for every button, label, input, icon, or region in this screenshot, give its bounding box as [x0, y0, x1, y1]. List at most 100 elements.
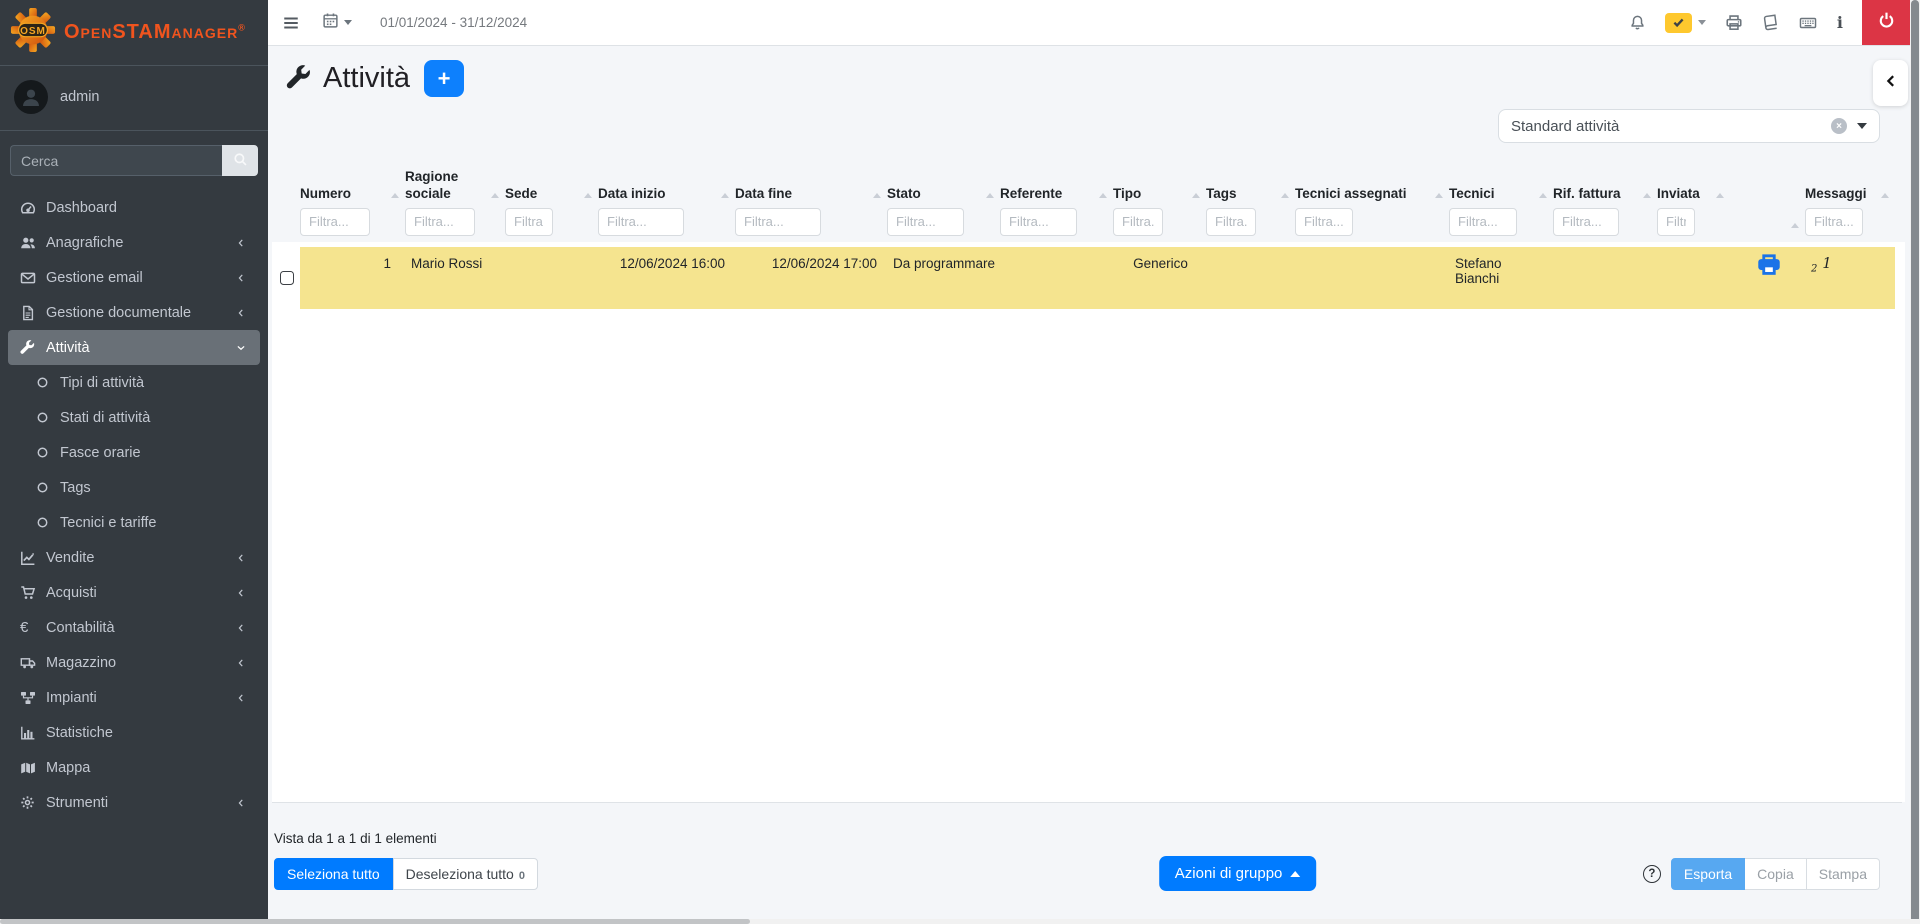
search-button[interactable] [222, 145, 258, 176]
datatable: Numero Ragione sociale Sede Data inizio … [272, 165, 1904, 802]
filter-stato[interactable] [887, 208, 964, 236]
page-header: Attività + [268, 46, 1910, 97]
copy-button[interactable]: Copia [1745, 858, 1807, 890]
col-data-fine[interactable]: Data fine [735, 165, 887, 242]
circle-icon [36, 481, 60, 494]
sidebar: OSM OpenSTAManager® admin [0, 0, 268, 924]
col-ragione-sociale[interactable]: Ragione sociale [405, 165, 505, 242]
col-inviata[interactable]: Inviata [1657, 165, 1730, 242]
deselect-all-button[interactable]: Deseleziona tutto0 [393, 858, 538, 890]
chevron-left-icon [236, 658, 250, 668]
col-messaggi[interactable]: Messaggi [1805, 165, 1895, 242]
sort-icon [873, 193, 881, 198]
user-panel[interactable]: admin [0, 66, 268, 131]
caret-down-icon[interactable] [1698, 20, 1706, 25]
sidebar-item-fasce-orarie[interactable]: Fasce orarie [24, 435, 260, 470]
search-input[interactable] [10, 145, 222, 176]
filter-ragione-sociale[interactable] [405, 208, 475, 236]
col-tecnici[interactable]: Tecnici [1449, 165, 1553, 242]
sidebar-item-strumenti[interactable]: Strumenti [8, 785, 260, 820]
power-button[interactable] [1862, 0, 1910, 45]
messaggi-value: 1 [1822, 256, 1831, 272]
sort-icon [391, 193, 399, 198]
view-select[interactable]: Standard attività × [1498, 109, 1880, 143]
filter-referente[interactable] [1000, 208, 1077, 236]
filter-numero[interactable] [300, 208, 370, 236]
sidebar-item-impianti[interactable]: Impianti [8, 680, 260, 715]
table-summary: Vista da 1 a 1 di 1 elementi [274, 831, 1910, 846]
row-checkbox[interactable] [280, 271, 294, 285]
brand-logo[interactable]: OSM OpenSTAManager® [0, 0, 268, 66]
filter-inviata[interactable] [1657, 208, 1695, 236]
sidebar-item-vendite[interactable]: Vendite [8, 540, 260, 575]
navbar-right: i [1629, 0, 1910, 45]
col-numero[interactable]: Numero [300, 165, 405, 242]
filter-tags[interactable] [1206, 208, 1256, 236]
col-stato[interactable]: Stato [887, 165, 1000, 242]
info-icon[interactable]: i [1837, 13, 1843, 32]
top-navbar: 01/01/2024 - 31/12/2024 i [268, 0, 1910, 46]
clear-icon[interactable]: × [1831, 118, 1847, 134]
filter-tecnici[interactable] [1449, 208, 1517, 236]
sidebar-item-tecnici-e-tariffe[interactable]: Tecnici e tariffe [24, 505, 260, 540]
col-data-inizio[interactable]: Data inizio [598, 165, 735, 242]
keyboard-icon[interactable] [1798, 14, 1818, 32]
print-button[interactable]: Stampa [1807, 858, 1880, 890]
cell-tecnici: Stefano Bianchi [1449, 247, 1553, 309]
menu-icon[interactable] [282, 14, 300, 32]
col-tags[interactable]: Tags [1206, 165, 1295, 242]
calendar-dropdown[interactable] [322, 12, 352, 34]
gear-logo-icon: OSM [10, 7, 56, 58]
sidebar-item-gestione-documentale[interactable]: Gestione documentale [8, 295, 260, 330]
filter-sede[interactable] [505, 208, 553, 236]
select-all-button[interactable]: Seleziona tutto [274, 858, 393, 890]
export-button[interactable]: Esporta [1671, 858, 1745, 890]
sidebar-item-anagrafiche[interactable]: Anagrafiche [8, 225, 260, 260]
avatar [14, 80, 48, 114]
horizontal-scrollbar[interactable] [0, 919, 1920, 924]
envelope-icon [20, 270, 46, 286]
group-actions-button[interactable]: Azioni di gruppo [1159, 856, 1317, 891]
sidebar-item-gestione-email[interactable]: Gestione email [8, 260, 260, 295]
control-sidebar-toggle[interactable] [1873, 60, 1908, 106]
sidebar-item-tags[interactable]: Tags [24, 470, 260, 505]
date-range[interactable]: 01/01/2024 - 31/12/2024 [380, 15, 527, 30]
col-referente[interactable]: Referente [1000, 165, 1113, 242]
sidebar-item-acquisti[interactable]: Acquisti [8, 575, 260, 610]
export-controls: ? Esporta Copia Stampa [1643, 858, 1880, 890]
filter-tecnici-assegnati[interactable] [1295, 208, 1353, 236]
filter-rif-fattura[interactable] [1553, 208, 1619, 236]
cell-sede [505, 247, 598, 309]
bell-icon[interactable] [1629, 14, 1646, 31]
filter-messaggi[interactable] [1805, 208, 1863, 236]
sidebar-item-stati-di-attivita[interactable]: Stati di attività [24, 400, 260, 435]
help-icon[interactable]: ? [1643, 865, 1661, 883]
sidebar-item-magazzino[interactable]: Magazzino [8, 645, 260, 680]
vertical-scrollbar[interactable] [1910, 0, 1920, 924]
printer-icon[interactable] [1725, 14, 1743, 32]
book-icon[interactable] [1762, 14, 1779, 31]
footer-bar: Seleziona tutto Deseleziona tutto0 Azion… [274, 854, 1880, 894]
filter-data-inizio[interactable] [598, 208, 684, 236]
filter-tipo[interactable] [1113, 208, 1163, 236]
sidebar-item-statistiche[interactable]: Statistiche [8, 715, 260, 750]
filter-data-fine[interactable] [735, 208, 821, 236]
check-toggle-icon[interactable] [1665, 13, 1692, 33]
sidebar-item-dashboard[interactable]: Dashboard [8, 190, 260, 225]
sidebar-item-tipi-di-attivita[interactable]: Tipi di attività [24, 365, 260, 400]
col-tecnici-assegnati[interactable]: Tecnici assegnati [1295, 165, 1449, 242]
printer-icon[interactable] [1757, 265, 1781, 280]
col-tipo[interactable]: Tipo [1113, 165, 1206, 242]
table-row[interactable]: 1 Mario Rossi 12/06/2024 16:00 12/06/202… [272, 247, 1895, 309]
view-select-row: Standard attività × [268, 97, 1910, 143]
col-print[interactable] [1730, 165, 1805, 242]
sidebar-item-contabilita[interactable]: € Contabilità [8, 610, 260, 645]
cell-tecnici-assegnati [1295, 247, 1449, 309]
sidebar-item-mappa[interactable]: Mappa [8, 750, 260, 785]
add-button[interactable]: + [424, 60, 464, 97]
col-sede[interactable]: Sede [505, 165, 598, 242]
col-rif-fattura[interactable]: Rif. fattura [1553, 165, 1657, 242]
sidebar-item-attivita[interactable]: Attività [8, 330, 260, 365]
circle-icon [36, 446, 60, 459]
map-icon [20, 760, 46, 776]
